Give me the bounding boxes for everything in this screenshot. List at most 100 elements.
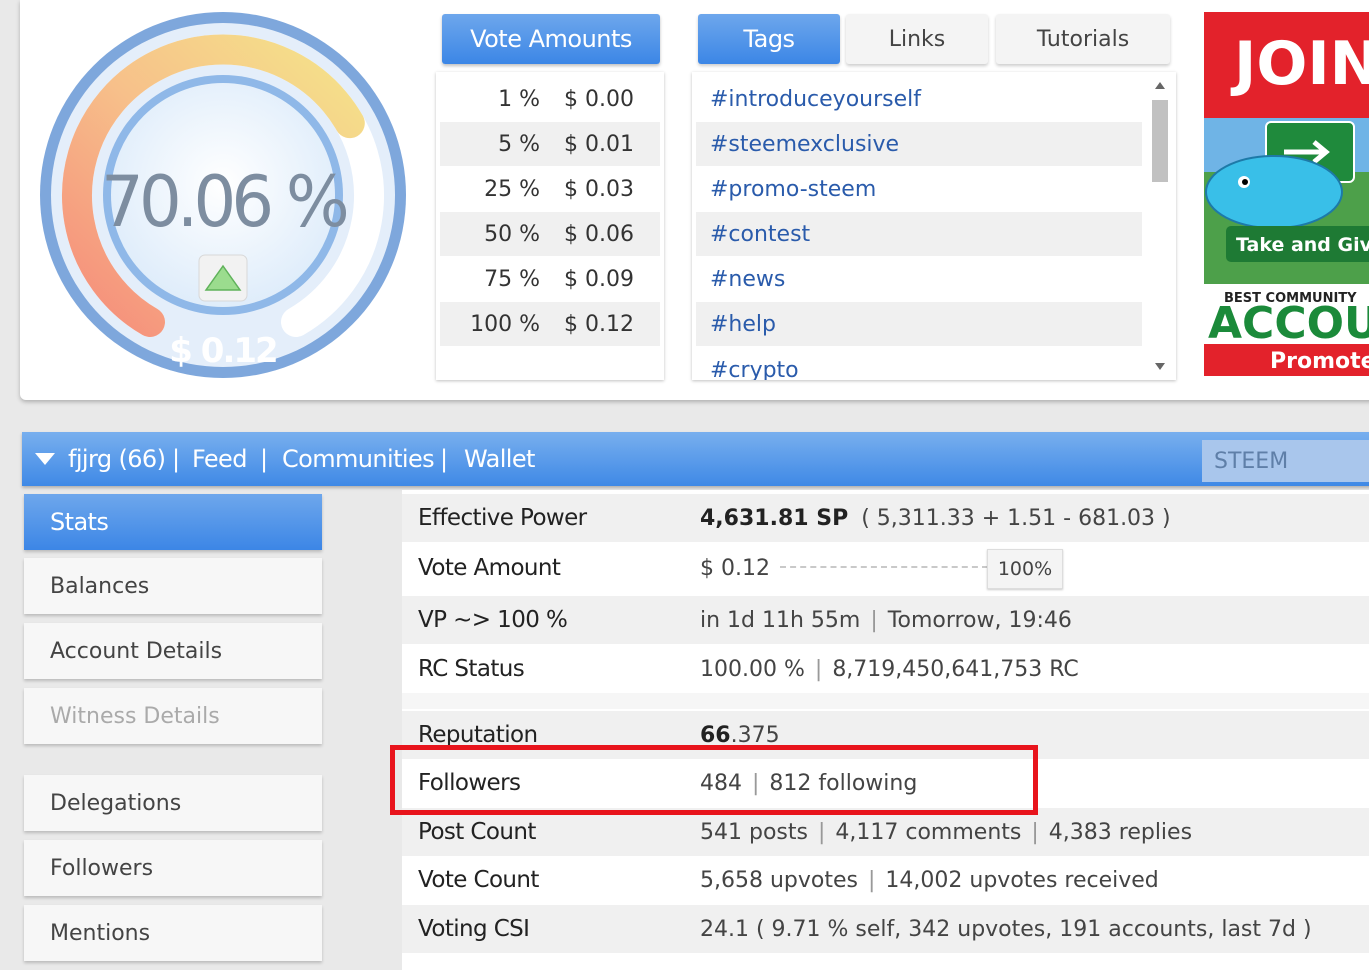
vote-amounts-header[interactable]: Vote Amounts	[442, 14, 660, 64]
chevron-down-icon[interactable]	[34, 452, 56, 466]
stat-value: in 1d 11h 55m | Tomorrow, 19:46	[700, 607, 1072, 633]
nav-communities[interactable]: Communities	[282, 432, 435, 486]
vote-amount-row: 50 % $ 0.06	[440, 212, 660, 256]
tag-list-scrollbar[interactable]	[1148, 74, 1172, 378]
tag-link[interactable]: #contest	[696, 212, 1142, 256]
stat-row-effective-power: Effective Power 4,631.81 SP ( 5,311.33 +…	[402, 494, 1369, 542]
stat-row-vote-amount: Vote Amount $ 0.12 100%	[402, 544, 1369, 592]
vote-amount-row: 100 % $ 0.12	[440, 302, 660, 346]
posts-count: 541 posts	[700, 819, 808, 845]
stat-label: VP ~> 100 %	[418, 607, 568, 633]
stat-label: Vote Amount	[418, 555, 561, 581]
tag-list: #introduceyourself #steemexclusive #prom…	[692, 72, 1176, 380]
vote-value: $ 0.12	[564, 311, 634, 337]
tag-link[interactable]: #introduceyourself	[696, 77, 1142, 121]
stat-label: Post Count	[418, 819, 536, 845]
nav-wallet[interactable]: Wallet	[464, 432, 535, 486]
stat-row-post-count: Post Count 541 posts | 4,117 comments | 4,38…	[402, 808, 1369, 856]
vote-slider-track[interactable]	[780, 566, 988, 568]
csi-value: 24.1 ( 9.71 % self, 342 upvotes, 191 acc…	[700, 916, 1312, 942]
vote-amount-value: $ 0.12	[700, 555, 770, 581]
rc-percent: 100.00 %	[700, 656, 805, 682]
stat-row-vp: VP ~> 100 % in 1d 11h 55m | Tomorrow, 19:4…	[402, 596, 1369, 644]
sidebar-item-balances[interactable]: Balances	[24, 558, 322, 614]
replies-count: 4,383 replies	[1048, 819, 1193, 845]
stat-row-vote-count: Vote Count 5,658 upvotes | 14,002 upvotes …	[402, 856, 1369, 904]
vote-pct: 1 %	[498, 86, 540, 112]
vp-time: Tomorrow, 19:46	[887, 607, 1072, 633]
tag-link[interactable]: #news	[696, 257, 1142, 301]
stat-row-rc: RC Status 100.00 % | 8,719,450,641,753 RC	[402, 645, 1369, 693]
nav-feed[interactable]: Feed	[192, 432, 247, 486]
ad-take-give: Take and Give	[1236, 234, 1369, 256]
sidebar-item-delegations[interactable]: Delegations	[24, 775, 322, 831]
vote-pct: 50 %	[484, 221, 540, 247]
tag-link[interactable]: #help	[696, 302, 1142, 346]
effective-power-detail: ( 5,311.33 + 1.51 - 681.03 )	[861, 505, 1171, 531]
rc-amount: 8,719,450,641,753 RC	[832, 656, 1079, 682]
ad-banner[interactable]: JOIN Take and Give BEST COMMUNITY ACCOU …	[1204, 12, 1369, 376]
stat-label: Effective Power	[418, 505, 587, 531]
stat-label: Vote Count	[418, 867, 539, 893]
vote-pct: 25 %	[484, 176, 540, 202]
voting-power-gauge: 70.06 % $ 0.12	[40, 12, 406, 378]
nav-separator: |	[172, 445, 181, 473]
stats-spacer	[402, 693, 1369, 709]
vote-value: $ 0.00	[564, 86, 634, 112]
tag-link[interactable]: #steemexclusive	[696, 122, 1142, 166]
tab-tutorials[interactable]: Tutorials	[996, 14, 1170, 64]
vote-pct: 5 %	[498, 131, 540, 157]
sidebar-item-followers[interactable]: Followers	[24, 840, 322, 896]
vote-value: $ 0.03	[564, 176, 634, 202]
upvotes-count: 5,658 upvotes	[700, 867, 858, 893]
sidebar-item-mentions[interactable]: Mentions	[24, 905, 322, 961]
vote-pct: 100 %	[470, 311, 540, 337]
vote-amount-row: 75 % $ 0.09	[440, 257, 660, 301]
tab-links[interactable]: Links	[846, 14, 988, 64]
sidebar-item-account-details[interactable]: Account Details	[24, 623, 322, 679]
ad-promote: Promote	[1270, 349, 1369, 374]
stat-value: 541 posts | 4,117 comments | 4,383 replies	[700, 819, 1193, 845]
vote-value: $ 0.06	[564, 221, 634, 247]
stat-label: RC Status	[418, 656, 525, 682]
gauge-value: $ 0.12	[169, 331, 276, 371]
stat-value: 5,658 upvotes | 14,002 upvotes received	[700, 867, 1159, 893]
gauge-percent: 70.06 %	[101, 162, 347, 244]
nav-separator: |	[260, 445, 269, 473]
sidebar-item-witness-details[interactable]: Witness Details	[24, 688, 322, 744]
ad-accou: ACCOU	[1208, 298, 1369, 349]
currency-select[interactable]: STEEM	[1202, 440, 1369, 482]
nav-user[interactable]: fjjrg (66)	[68, 432, 166, 486]
effective-power-sp: 4,631.81 SP	[700, 505, 849, 531]
tab-tags[interactable]: Tags	[698, 14, 840, 64]
whale-icon	[1205, 155, 1343, 229]
vote-value: $ 0.09	[564, 266, 634, 292]
stat-value: 4,631.81 SP ( 5,311.33 + 1.51 - 681.03 )	[700, 506, 1171, 531]
vote-value: $ 0.01	[564, 131, 634, 157]
vp-eta: in 1d 11h 55m	[700, 607, 861, 633]
ad-join-text: JOIN	[1230, 29, 1369, 99]
reputation-decimal: .375	[730, 722, 780, 748]
tag-link[interactable]: #promo-steem	[696, 167, 1142, 211]
reputation-main: 66	[700, 722, 731, 748]
stat-label: Voting CSI	[418, 916, 530, 942]
comments-count: 4,117 comments	[835, 819, 1022, 845]
vote-pct: 75 %	[484, 266, 540, 292]
stat-row-csi: Voting CSI 24.1 ( 9.71 % self, 342 upvot…	[402, 905, 1369, 953]
scroll-thumb[interactable]	[1152, 100, 1168, 182]
tag-link[interactable]: #crypto	[696, 348, 1142, 381]
vote-amounts-table: 1 % $ 0.00 5 % $ 0.01 25 % $ 0.03 50 % $…	[436, 72, 664, 380]
vote-amount-row: 5 % $ 0.01	[440, 122, 660, 166]
nav-separator: |	[440, 445, 449, 473]
scroll-up-icon[interactable]	[1155, 82, 1165, 89]
vote-amount-row: 1 % $ 0.00	[440, 77, 660, 121]
scroll-down-icon[interactable]	[1155, 363, 1165, 370]
upvotes-received: 14,002 upvotes received	[885, 867, 1159, 893]
stat-value: 100.00 % | 8,719,450,641,753 RC	[700, 656, 1079, 682]
sidebar-item-stats[interactable]: Stats	[24, 494, 322, 550]
account-navbar: fjjrg (66) | Feed | Communities | Wallet…	[22, 432, 1369, 486]
highlight-box	[390, 745, 1038, 815]
stat-value: 66.375	[700, 723, 780, 748]
vote-slider-handle[interactable]: 100%	[987, 549, 1063, 589]
vote-amount-row: 25 % $ 0.03	[440, 167, 660, 211]
